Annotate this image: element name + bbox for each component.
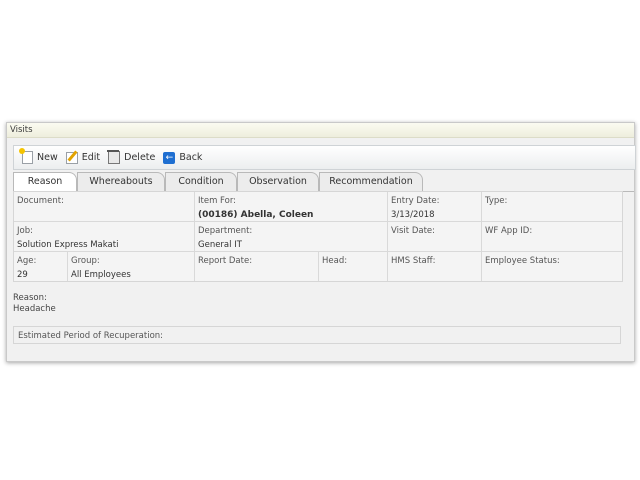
delete-button[interactable]: Delete <box>107 150 156 164</box>
visit-date-cell: Visit Date: <box>388 222 482 252</box>
tab-condition[interactable]: Condition <box>165 172 237 191</box>
type-label: Type: <box>485 196 508 206</box>
trash-icon <box>107 150 121 164</box>
employee-status-cell: Employee Status: <box>482 252 622 281</box>
entry-date-value: 3/13/2018 <box>391 210 435 220</box>
job-label: Job: <box>17 226 33 236</box>
hms-staff-cell: HMS Staff: <box>388 252 482 281</box>
document-label: Document: <box>17 196 64 206</box>
reason-label: Reason: <box>13 293 47 303</box>
item-for-cell: Item For: (00186) Abella, Coleen <box>195 192 388 222</box>
back-arrow-icon: ← <box>163 151 176 164</box>
reason-section: Reason: Headache <box>13 293 56 315</box>
department-cell: Department: General IT <box>195 222 388 252</box>
age-cell: Age: 29 <box>14 252 68 281</box>
edit-pencil-icon <box>65 151 78 164</box>
department-value: General IT <box>198 240 242 250</box>
department-label: Department: <box>198 226 253 236</box>
group-cell: Group: All Employees <box>68 252 195 281</box>
panel-title: Visits <box>7 123 634 138</box>
new-button[interactable]: New <box>19 148 58 164</box>
tab-strip: Reason Whereabouts Condition Observation… <box>13 172 634 192</box>
job-value: Solution Express Makati <box>17 240 119 250</box>
head-label: Head: <box>322 256 348 266</box>
tab-recommendation[interactable]: Recommendation <box>319 172 423 191</box>
employee-status-label: Employee Status: <box>485 256 560 266</box>
tab-reason[interactable]: Reason <box>13 172 77 192</box>
back-button-label: Back <box>179 152 203 163</box>
group-value: All Employees <box>71 270 131 280</box>
document-cell: Document: <box>14 192 195 222</box>
item-for-label: Item For: <box>198 196 237 206</box>
tab-whereabouts[interactable]: Whereabouts <box>77 172 165 191</box>
hms-staff-label: HMS Staff: <box>391 256 436 266</box>
item-for-value: (00186) Abella, Coleen <box>198 210 314 220</box>
reason-value: Headache <box>13 304 56 314</box>
age-label: Age: <box>17 256 37 266</box>
recuperation-label: Estimated Period of Recuperation: <box>18 331 164 341</box>
visits-panel: Visits New Edit Delete ← Back Reason Whe… <box>6 122 636 362</box>
new-document-icon <box>19 148 33 164</box>
toolbar: New Edit Delete ← Back <box>13 145 636 170</box>
details-grid: Document: Item For: (00186) Abella, Cole… <box>13 191 623 282</box>
type-cell: Type: <box>482 192 622 222</box>
head-cell: Head: <box>319 252 388 281</box>
tab-observation[interactable]: Observation <box>237 172 319 191</box>
wf-app-id-label: WF App ID: <box>485 226 533 236</box>
back-button[interactable]: ← Back <box>163 151 203 164</box>
wf-app-id-cell: WF App ID: <box>482 222 622 252</box>
edit-button[interactable]: Edit <box>65 151 101 164</box>
recuperation-field: Estimated Period of Recuperation: <box>13 326 621 344</box>
group-label: Group: <box>71 256 100 266</box>
report-date-cell: Report Date: <box>195 252 319 281</box>
visit-date-label: Visit Date: <box>391 226 435 236</box>
entry-date-label: Entry Date: <box>391 196 440 206</box>
report-date-label: Report Date: <box>198 256 253 266</box>
delete-button-label: Delete <box>124 152 156 163</box>
age-value: 29 <box>17 270 28 280</box>
edit-button-label: Edit <box>81 152 101 163</box>
new-button-label: New <box>37 152 58 163</box>
job-cell: Job: Solution Express Makati <box>14 222 195 252</box>
entry-date-cell: Entry Date: 3/13/2018 <box>388 192 482 222</box>
